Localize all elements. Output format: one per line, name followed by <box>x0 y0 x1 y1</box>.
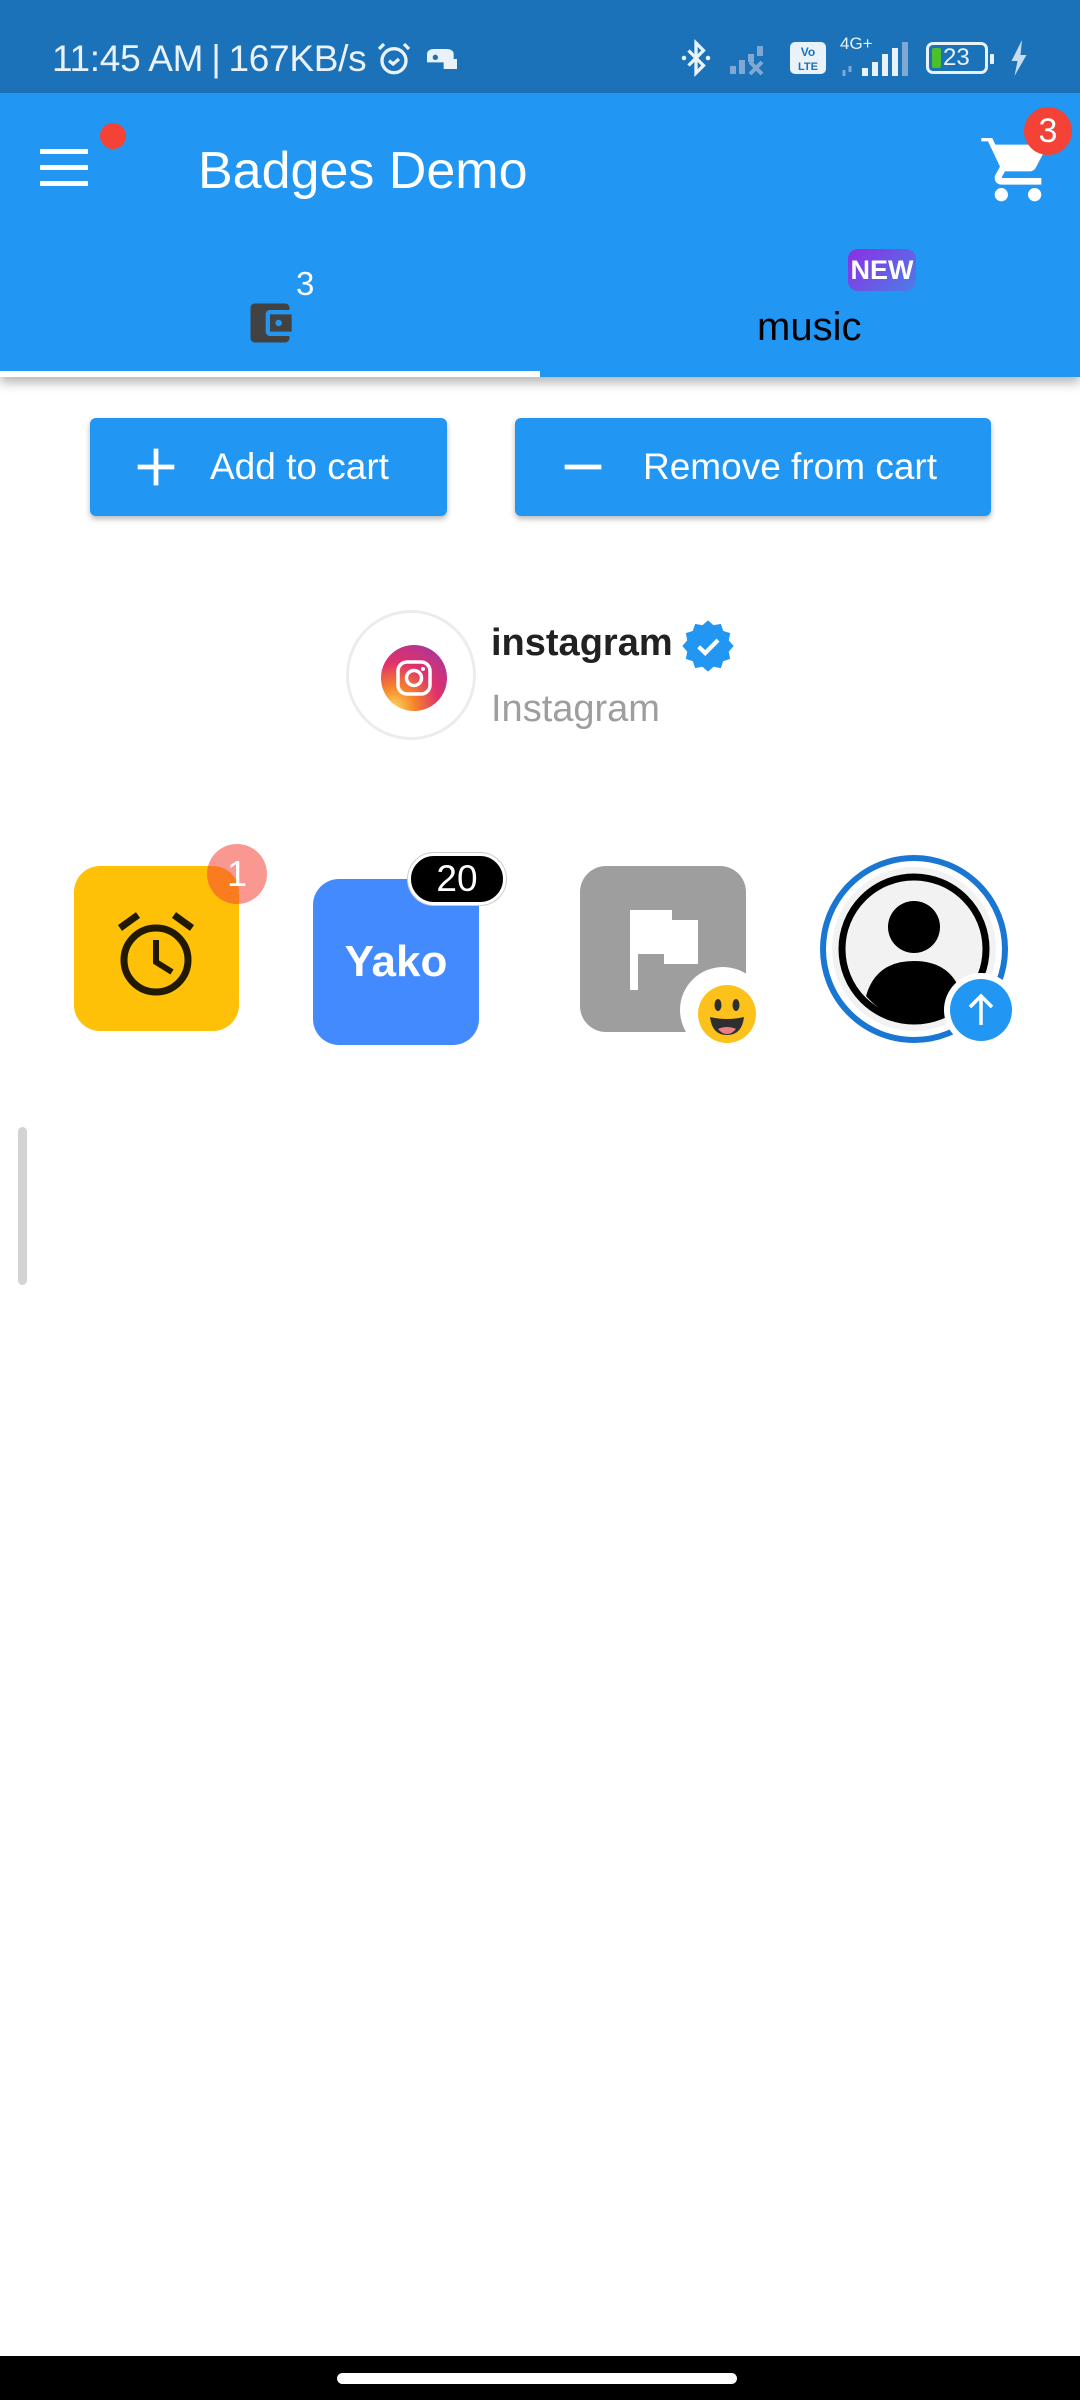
menu-icon-line <box>40 165 88 170</box>
upload-badge[interactable] <box>944 973 1018 1047</box>
wallet-icon <box>250 303 292 343</box>
charging-icon <box>1011 40 1027 76</box>
cart-count-badge: 3 <box>1024 107 1072 155</box>
add-to-cart-label: Add to cart <box>210 446 389 487</box>
remove-from-cart-button[interactable]: Remove from cart <box>515 418 991 516</box>
status-bar: 11:45 AM | 167KB/s Vo LTE 4G+ 23 <box>0 0 1080 93</box>
menu-notification-dot-badge <box>100 123 126 149</box>
verified-badge-icon <box>682 620 734 672</box>
tab-music[interactable]: music NEW <box>540 249 1080 377</box>
scrollbar-thumb[interactable] <box>18 1127 27 1285</box>
svg-text:Vo: Vo <box>801 45 815 59</box>
status-left: 11:45 AM | 167KB/s <box>52 38 462 80</box>
battery-percent: 23 <box>943 44 970 71</box>
app-title: Badges Demo <box>198 142 528 200</box>
wallet-count-badge: 3 <box>296 265 315 302</box>
home-gesture-handle[interactable] <box>337 2373 737 2384</box>
menu-button[interactable] <box>38 141 94 197</box>
volte-icon: Vo LTE <box>790 42 826 74</box>
status-separator: | <box>211 38 221 79</box>
emoji-badge <box>680 967 766 1053</box>
instagram-logo-icon <box>381 645 447 711</box>
system-nav-bar <box>0 2356 1080 2400</box>
upload-badge-circle <box>950 979 1012 1041</box>
tab-bar: 3 music NEW <box>0 249 1080 377</box>
arrow-upward-icon <box>968 993 994 1025</box>
profile-name: instagram <box>491 622 673 664</box>
instagram-camera-icon <box>396 660 432 696</box>
alarm-count-badge: 1 <box>207 844 267 904</box>
status-time: 11:45 AM <box>52 38 204 79</box>
status-net-speed: 167KB/s <box>228 38 367 79</box>
battery-fill <box>932 48 941 68</box>
app-bar: Badges Demo 3 3 music NEW <box>0 93 1080 377</box>
menu-icon-line <box>40 149 88 154</box>
signal-sim2: 4G+ <box>840 34 912 78</box>
svg-text:LTE: LTE <box>798 61 818 73</box>
smiley-emoji-icon <box>698 985 756 1043</box>
yako-label: Yako <box>344 937 448 986</box>
status-right: Vo LTE 4G+ 23 <box>678 34 1030 78</box>
tab-indicator <box>0 371 540 377</box>
yako-count-badge: 20 <box>408 853 506 905</box>
instagram-avatar <box>346 610 476 740</box>
alarm-icon <box>378 42 411 75</box>
tab-wallet[interactable]: 3 <box>0 253 540 377</box>
add-to-cart-button[interactable]: Add to cart <box>90 418 447 516</box>
tab-music-label: music <box>757 305 862 349</box>
battery-icon: 23 <box>926 42 994 74</box>
signal-sim2-icon <box>842 42 908 76</box>
plus-icon <box>137 448 175 486</box>
bluetooth-icon <box>681 39 711 77</box>
game-icon <box>427 49 458 69</box>
signal-sim1-none-icon <box>730 46 764 76</box>
menu-icon-line <box>40 181 88 186</box>
minus-icon <box>564 464 602 470</box>
remove-from-cart-label: Remove from cart <box>643 446 938 487</box>
profile-subtitle: Instagram <box>491 688 660 730</box>
new-badge: NEW <box>848 249 916 291</box>
